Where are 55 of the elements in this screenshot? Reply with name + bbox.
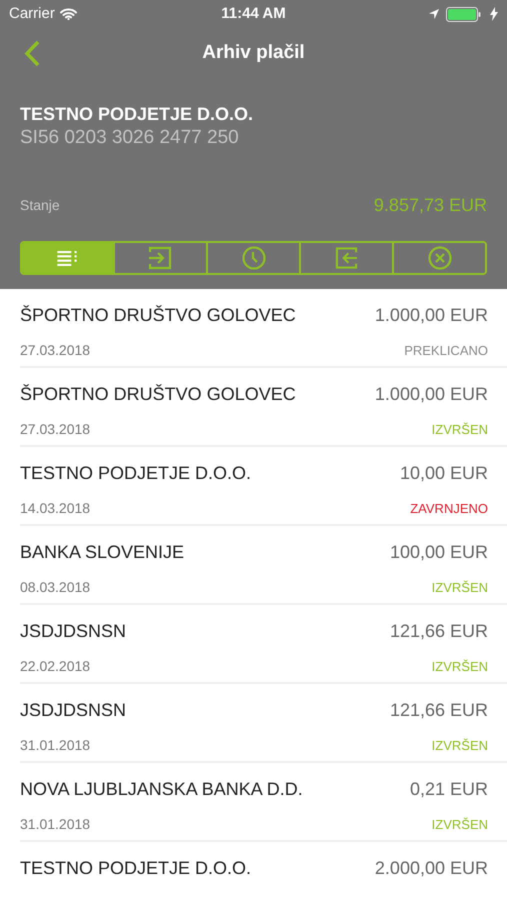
payee-name: BANKA SLOVENIJE [20, 541, 184, 564]
wifi-icon [60, 8, 77, 20]
payment-status: ZAVRNJENO [410, 500, 488, 518]
filter-tab[interactable] [22, 243, 113, 273]
payment-row[interactable]: JSDJDSNSN 121,66 EUR 22.02.2018 IZVRŠEN [20, 605, 507, 684]
arrow-into-box-icon [149, 246, 172, 270]
carrier-label: Carrier [9, 4, 55, 24]
payment-row[interactable]: ŠPORTNO DRUŠTVO GOLOVEC 1.000,00 EUR 27.03.2018 IZVRŠEN [20, 368, 507, 447]
payment-row[interactable]: TESTNO PODJETJE D.O.O. 10,00 EUR 14.03.2018 ZAVRNJENO [20, 447, 507, 526]
payment-amount: 100,00 EUR [390, 541, 488, 564]
clock-time: 11:44 AM [221, 4, 286, 24]
payment-date: 27.03.2018 [20, 420, 90, 439]
payment-status: PREKLICANO [404, 342, 488, 360]
payee-name: JSDJDSNSN [20, 699, 126, 722]
payment-amount: 121,66 EUR [390, 620, 488, 643]
payee-name: ŠPORTNO DRUŠTVO GOLOVEC [20, 304, 296, 327]
payment-date: 31.01.2018 [20, 815, 90, 834]
payment-row[interactable]: BANKA SLOVENIJE 100,00 EUR 08.03.2018 IZVRŠEN [20, 526, 507, 605]
location-icon [428, 8, 440, 20]
payment-date: 31.01.2018 [20, 736, 90, 755]
payment-amount: 1.000,00 EUR [374, 304, 488, 327]
payment-amount: 0,21 EUR [410, 778, 488, 801]
balance-amount: 9.857,73 EUR [374, 194, 487, 217]
payment-status: IZVRŠEN [432, 816, 488, 834]
payment-status: IZVRŠEN [432, 420, 488, 439]
payee-name: NOVA LJUBLJANSKA BANKA D.D. [20, 778, 303, 801]
filter-tab[interactable] [392, 243, 485, 273]
payment-date: 22.02.2018 [20, 657, 90, 676]
payment-status: IZVRŠEN [432, 658, 488, 676]
payment-row[interactable]: ŠPORTNO DRUŠTVO GOLOVEC 1.000,00 EUR 27.03.2018 PREKLICANO [20, 289, 507, 368]
balance-label: Stanje [20, 196, 60, 215]
list-icon [57, 250, 78, 266]
payment-row[interactable]: NOVA LJUBLJANSKA BANKA D.D. 0,21 EUR 31.01.2018 IZVRŠEN [20, 763, 507, 842]
payee-name: JSDJDSNSN [20, 620, 126, 643]
payment-amount: 10,00 EUR [400, 462, 488, 485]
payee-name: TESTNO PODJETJE D.O.O. [20, 462, 252, 485]
account-name: TESTNO PODJETJE D.O.O. [20, 103, 254, 126]
payment-date: 14.03.2018 [20, 499, 90, 518]
payment-amount: 121,66 EUR [390, 699, 488, 722]
payment-date: 08.03.2018 [20, 578, 90, 597]
clock-icon [242, 246, 266, 270]
payment-status: IZVRŠEN [432, 736, 488, 755]
charging-icon [490, 7, 498, 21]
screen-title: Arhiv plačil [201, 40, 306, 65]
arrow-out-of-box-icon [335, 246, 358, 270]
payee-name: ŠPORTNO DRUŠTVO GOLOVEC [20, 383, 296, 406]
payment-row[interactable]: TESTNO PODJETJE D.O.O. 2.000,00 EUR [20, 842, 507, 900]
payee-name: TESTNO PODJETJE D.O.O. [20, 857, 252, 880]
x-circle-icon [428, 246, 452, 270]
payment-row[interactable]: JSDJDSNSN 121,66 EUR 31.01.2018 IZVRŠEN [20, 684, 507, 763]
payment-date: 27.03.2018 [20, 341, 90, 360]
account-iban: SI56 0203 3026 2477 250 [20, 126, 240, 150]
payment-status: IZVRŠEN [432, 578, 488, 597]
payment-amount: 1.000,00 EUR [374, 383, 488, 406]
payment-amount: 2.000,00 EUR [374, 857, 488, 880]
